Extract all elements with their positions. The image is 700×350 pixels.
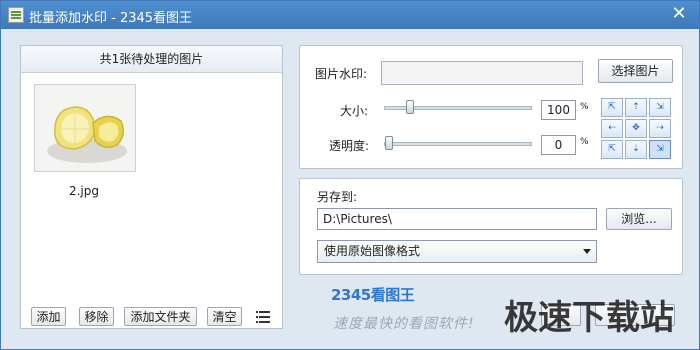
batch-watermark-window: 批量添加水印 - 2345看图王 ✕ 共1张待处理的图片 2.jpg 添加 移除…	[0, 0, 700, 350]
position-top-right-icon[interactable]: ⇲	[649, 98, 671, 117]
image-count-header: 共1张待处理的图片	[21, 46, 282, 73]
list-view-icon[interactable]	[256, 311, 270, 323]
size-slider-thumb[interactable]	[406, 100, 414, 114]
size-unit: %	[580, 102, 589, 112]
size-slider[interactable]	[384, 100, 532, 114]
size-label: 大小:	[340, 104, 369, 118]
position-top-left-icon[interactable]: ⇱	[601, 98, 623, 117]
image-watermark-label: 图片水印:	[315, 67, 368, 81]
add-folder-button[interactable]: 添加文件夹	[124, 307, 197, 326]
select-image-button[interactable]: 选择图片	[598, 59, 673, 83]
image-format-select[interactable]: 使用原始图像格式	[317, 240, 597, 263]
position-bottom-left-icon[interactable]: ⇱	[601, 140, 623, 159]
add-button[interactable]: 添加	[31, 307, 66, 326]
image-list-panel: 共1张待处理的图片 2.jpg 添加 移除 添加文件夹 清空	[20, 45, 283, 329]
site-watermark: 极速下载站	[504, 298, 674, 338]
window-title: 批量添加水印 - 2345看图王	[29, 11, 193, 26]
save-to-label: 另存到:	[317, 190, 358, 204]
save-path-input[interactable]: D:\Pictures\	[317, 208, 597, 230]
save-location-group: 另存到: D:\Pictures\ 浏览... 使用原始图像格式	[299, 178, 683, 275]
size-value-input[interactable]: 100	[541, 100, 576, 120]
image-format-value: 使用原始图像格式	[324, 244, 421, 258]
position-middle-right-icon[interactable]: ⇢	[649, 119, 671, 138]
chevron-down-icon	[583, 249, 591, 254]
opacity-value-input[interactable]: 0	[541, 135, 576, 155]
opacity-slider[interactable]	[384, 136, 532, 150]
position-top-center-icon[interactable]: ⇡	[625, 98, 647, 117]
position-bottom-center-icon[interactable]: ⇣	[625, 140, 647, 159]
position-middle-left-icon[interactable]: ⇠	[601, 119, 623, 138]
position-bottom-right-icon[interactable]: ⇲	[649, 140, 671, 159]
image-filename: 2.jpg	[68, 184, 100, 198]
browse-button[interactable]: 浏览...	[606, 208, 672, 230]
remove-button[interactable]: 移除	[79, 307, 114, 326]
lemon-icon	[35, 85, 135, 171]
app-icon	[8, 7, 24, 23]
watermark-image-field[interactable]	[381, 61, 583, 85]
close-button[interactable]: ✕	[667, 3, 691, 25]
clear-button[interactable]: 清空	[207, 307, 242, 326]
opacity-slider-thumb[interactable]	[385, 136, 393, 150]
brand-slogan: 速度最快的看图软件!	[333, 316, 475, 332]
image-thumbnail[interactable]	[34, 84, 136, 172]
watermark-position-grid: ⇱ ⇡ ⇲ ⇠ ✥ ⇢ ⇱ ⇣ ⇲	[601, 98, 671, 159]
opacity-label: 透明度:	[329, 139, 370, 153]
opacity-unit: %	[580, 137, 589, 147]
title-bar[interactable]: 批量添加水印 - 2345看图王 ✕	[1, 1, 699, 29]
brand-logo: 2345看图王	[331, 286, 415, 304]
position-center-icon[interactable]: ✥	[625, 119, 647, 138]
